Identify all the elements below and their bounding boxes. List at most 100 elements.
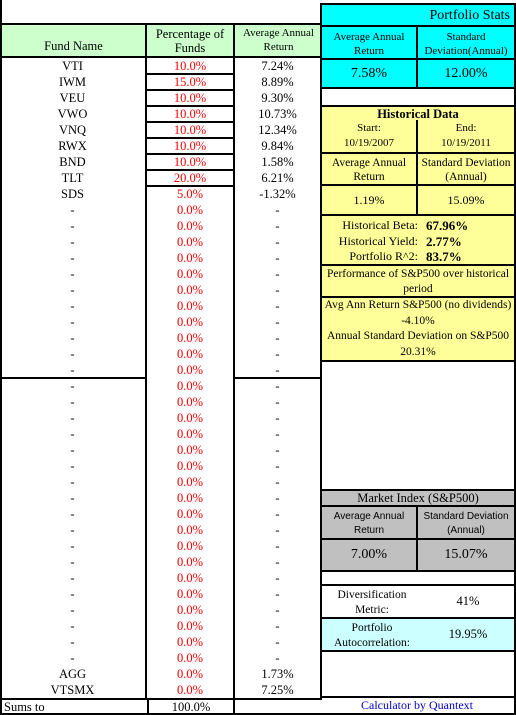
fund-name-cell[interactable]: - xyxy=(0,474,145,490)
fund-name-cell[interactable]: - xyxy=(0,410,145,426)
fund-name-cell[interactable]: SDS xyxy=(0,186,145,202)
fund-name-cell[interactable]: VTSMX xyxy=(0,682,145,698)
grid-line xyxy=(145,89,235,91)
avg-return-cell: - xyxy=(275,283,280,297)
fund-name-cell[interactable]: - xyxy=(0,586,145,602)
percentage-cell[interactable]: 0.0% xyxy=(147,314,233,330)
avg-return-cell: 6.21% xyxy=(261,171,294,185)
percentage-cell[interactable]: 0.0% xyxy=(147,618,233,634)
grid-line xyxy=(145,185,235,187)
avg-return-cell: - xyxy=(275,219,280,233)
percentage-cell[interactable]: 0.0% xyxy=(147,442,233,458)
fund-name-cell[interactable]: VEU xyxy=(0,90,145,106)
percentage-cell[interactable]: 0.0% xyxy=(147,458,233,474)
percentage-cell[interactable]: 0.0% xyxy=(147,538,233,554)
fund-name-cell[interactable]: - xyxy=(0,506,145,522)
fund-name-cell[interactable]: - xyxy=(0,234,145,250)
avg-return-cell: - xyxy=(275,603,280,617)
percentage-cell[interactable]: 0.0% xyxy=(147,266,233,282)
fund-name-cell[interactable]: - xyxy=(0,522,145,538)
percentage-cell[interactable]: 0.0% xyxy=(147,378,233,394)
avg-return-cell: - xyxy=(275,299,280,313)
historical-avg-return-value: 1.19% xyxy=(322,186,418,214)
fund-name-cell[interactable]: - xyxy=(0,298,145,314)
percentage-cell[interactable]: 0.0% xyxy=(147,218,233,234)
grid-line xyxy=(145,121,235,123)
portfolio-avg-return-value: 7.58% xyxy=(322,60,418,87)
fund-name-cell[interactable]: - xyxy=(0,362,145,378)
percentage-cell[interactable]: 0.0% xyxy=(147,570,233,586)
percentage-cell[interactable]: 0.0% xyxy=(147,490,233,506)
table-row: BND 10.0% 1.58% xyxy=(0,154,322,170)
percentage-cell[interactable]: 0.0% xyxy=(147,250,233,266)
fund-name-cell[interactable]: IWM xyxy=(0,74,145,90)
start-label: Start: xyxy=(357,122,381,134)
percentage-cell[interactable]: 0.0% xyxy=(147,666,233,682)
percentage-cell[interactable]: 20.0% xyxy=(147,170,233,186)
fund-name-cell[interactable]: - xyxy=(0,202,145,218)
table-row: -0.0% - xyxy=(0,250,322,266)
percentage-cell[interactable]: 0.0% xyxy=(147,682,233,698)
fund-name-cell[interactable]: - xyxy=(0,330,145,346)
fund-name-cell[interactable]: - xyxy=(0,378,145,394)
percentage-cell[interactable]: 0.0% xyxy=(147,234,233,250)
fund-name-cell[interactable]: - xyxy=(0,602,145,618)
fund-name-cell[interactable]: - xyxy=(0,250,145,266)
percentage-cell[interactable]: 15.0% xyxy=(147,74,233,90)
market-avg-return-label: Average Annual Return xyxy=(322,507,418,540)
percentage-cell[interactable]: 0.0% xyxy=(147,474,233,490)
fund-name-cell[interactable]: - xyxy=(0,650,145,666)
percentage-cell[interactable]: 0.0% xyxy=(147,394,233,410)
percentage-cell[interactable]: 0.0% xyxy=(147,282,233,298)
percentage-cell[interactable]: 0.0% xyxy=(147,330,233,346)
historical-stats: Average Annual Return Standard Deviation… xyxy=(320,152,516,216)
percentage-cell[interactable]: 10.0% xyxy=(147,122,233,138)
fund-name-cell[interactable]: TLT xyxy=(0,170,145,186)
percentage-cell[interactable]: 10.0% xyxy=(147,138,233,154)
percentage-cell[interactable]: 0.0% xyxy=(147,202,233,218)
percentage-cell[interactable]: 0.0% xyxy=(147,586,233,602)
percentage-cell[interactable]: 5.0% xyxy=(147,186,233,202)
fund-name-cell[interactable]: VNQ xyxy=(0,122,145,138)
fund-name-cell[interactable]: - xyxy=(0,442,145,458)
percentage-cell[interactable]: 0.0% xyxy=(147,410,233,426)
fund-name-cell[interactable]: VTI xyxy=(0,58,145,74)
table-row: -0.0% - xyxy=(0,602,322,618)
avg-return-cell: - xyxy=(275,267,280,281)
fund-name-cell[interactable]: - xyxy=(0,570,145,586)
fund-name-cell[interactable]: AGG xyxy=(0,666,145,682)
percentage-cell[interactable]: 10.0% xyxy=(147,58,233,74)
percentage-cell[interactable]: 0.0% xyxy=(147,650,233,666)
percentage-cell[interactable]: 0.0% xyxy=(147,426,233,442)
fund-name-cell[interactable]: - xyxy=(0,618,145,634)
percentage-cell[interactable]: 0.0% xyxy=(147,298,233,314)
fund-name-cell[interactable]: RWX xyxy=(0,138,145,154)
percentage-cell[interactable]: 0.0% xyxy=(147,554,233,570)
percentage-cell[interactable]: 10.0% xyxy=(147,154,233,170)
percentage-cell[interactable]: 10.0% xyxy=(147,106,233,122)
credit-link[interactable]: Calculator by Quantext xyxy=(320,696,516,715)
avg-return-cell: - xyxy=(275,347,280,361)
end-date: 10/19/2011 xyxy=(441,137,491,149)
percentage-cell[interactable]: 0.0% xyxy=(147,522,233,538)
fund-name-cell[interactable]: BND xyxy=(0,154,145,170)
fund-name-cell[interactable]: - xyxy=(0,394,145,410)
fund-name-cell[interactable]: - xyxy=(0,266,145,282)
percentage-cell[interactable]: 0.0% xyxy=(147,602,233,618)
fund-name-cell[interactable]: - xyxy=(0,634,145,650)
fund-name-cell[interactable]: - xyxy=(0,490,145,506)
fund-name-cell[interactable]: - xyxy=(0,346,145,362)
fund-name-cell[interactable]: - xyxy=(0,426,145,442)
percentage-cell[interactable]: 0.0% xyxy=(147,506,233,522)
fund-name-cell[interactable]: - xyxy=(0,458,145,474)
fund-name-cell[interactable]: - xyxy=(0,554,145,570)
fund-name-cell[interactable]: - xyxy=(0,538,145,554)
fund-name-cell[interactable]: VWO xyxy=(0,106,145,122)
fund-name-cell[interactable]: - xyxy=(0,218,145,234)
fund-name-cell[interactable]: - xyxy=(0,282,145,298)
percentage-cell[interactable]: 10.0% xyxy=(147,90,233,106)
fund-name-cell[interactable]: - xyxy=(0,314,145,330)
percentage-cell[interactable]: 0.0% xyxy=(147,346,233,362)
percentage-cell[interactable]: 0.0% xyxy=(147,362,233,378)
percentage-cell[interactable]: 0.0% xyxy=(147,634,233,650)
